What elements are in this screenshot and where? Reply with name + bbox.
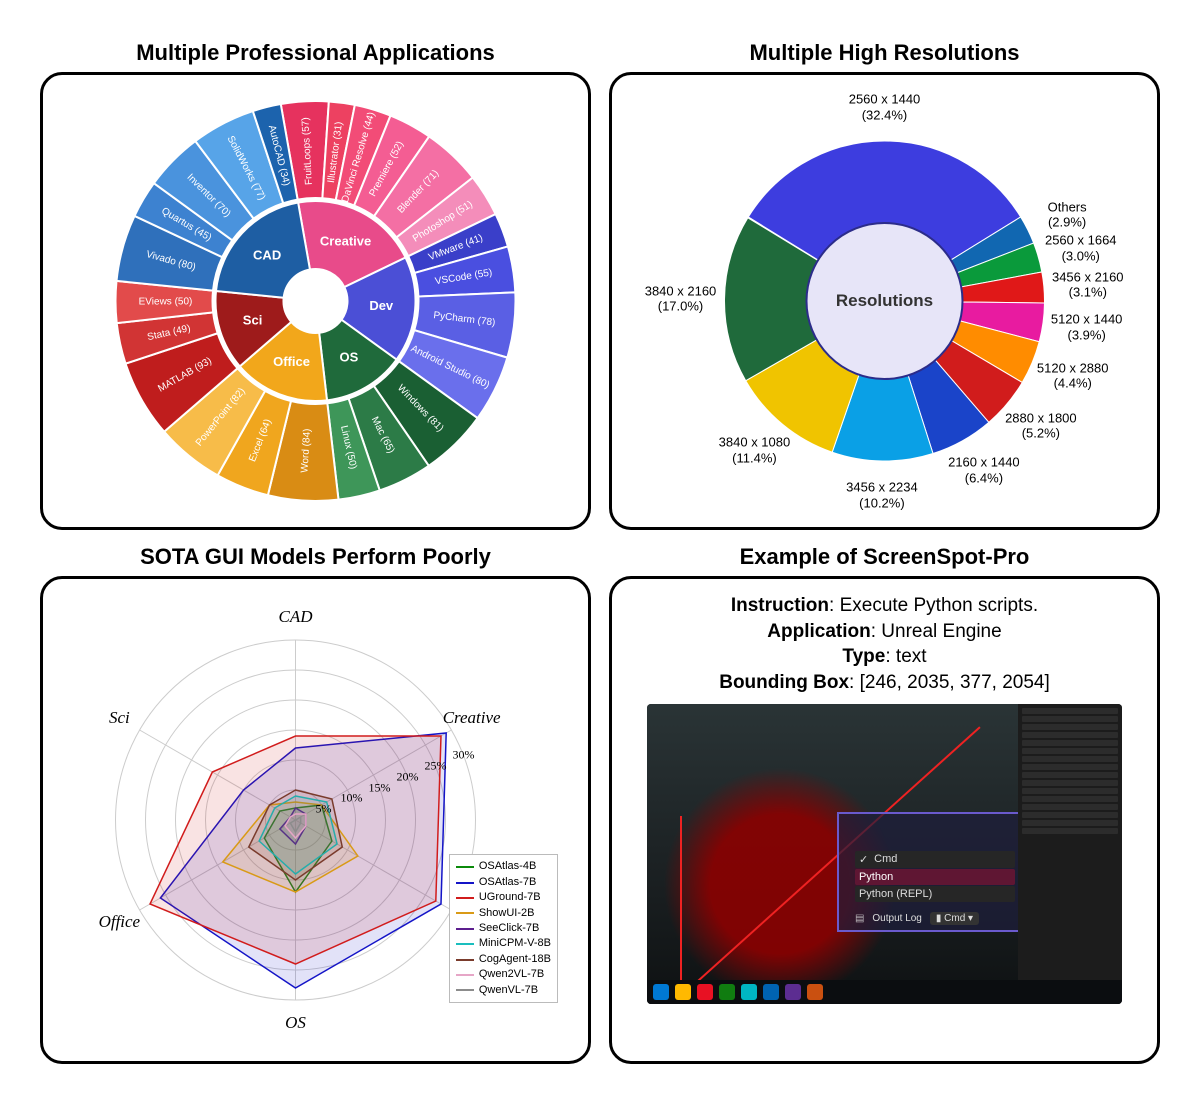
- example-type-label: Type: [842, 646, 885, 667]
- sunburst-category-label: Office: [273, 354, 310, 369]
- panel-radar: SOTA GUI Models Perform Poorly CAD Creati…: [40, 544, 591, 1064]
- sunburst-category-label: CAD: [253, 248, 281, 263]
- donut-slice-label: 3456 x 2160(3.1%): [1052, 269, 1124, 300]
- radar-axis-label: OS: [285, 1013, 306, 1033]
- radar-tick-label: 25%: [425, 759, 447, 774]
- radar-tick-label: 30%: [453, 748, 475, 763]
- radar-legend-item: SeeClick-7B: [456, 921, 551, 936]
- donut-slice-label: 3840 x 1080(11.4%): [719, 435, 791, 466]
- output-log-label: Output Log: [872, 913, 921, 924]
- radar-title: SOTA GUI Models Perform Poorly: [140, 544, 491, 570]
- radar-axis-label: CAD: [279, 607, 313, 627]
- example-application-value: Unreal Engine: [881, 621, 1001, 642]
- sunburst-svg: FruitLoops (57)Illustrator (31)DaVinci R…: [51, 83, 580, 519]
- panel-example: Example of ScreenSpot-Pro Instruction: E…: [609, 544, 1160, 1064]
- sunburst-category-label: Creative: [320, 234, 371, 249]
- radar-tick-label: 15%: [369, 780, 391, 795]
- radar-tick-label: 5%: [316, 802, 332, 817]
- example-bbox-label: Bounding Box: [719, 672, 849, 693]
- radar-legend-item: ShowUI-2B: [456, 906, 551, 921]
- example-bbox-value: [246, 2035, 377, 2054]: [860, 672, 1050, 693]
- donut-slice-label: 3840 x 2160(17.0%): [645, 283, 717, 314]
- bounding-box-overlay: ✓ Cmd Python Python (REPL) ▤ Output Log …: [837, 812, 1027, 932]
- radar-axis-label: Sci: [109, 708, 130, 728]
- radar-tick-label: 20%: [397, 769, 419, 784]
- right-inspector-panel: [1018, 704, 1123, 1004]
- radar-legend-item: QwenVL-7B: [456, 983, 551, 998]
- donut-slice-label: 2560 x 1664(3.0%): [1045, 232, 1117, 263]
- sunburst-chart: FruitLoops (57)Illustrator (31)DaVinci R…: [40, 72, 591, 530]
- sunburst-category-label: OS: [339, 349, 358, 364]
- example-title: Example of ScreenSpot-Pro: [740, 544, 1030, 570]
- donut-slice-label: 5120 x 1440(3.9%): [1051, 312, 1123, 343]
- donut-slice-label: 5120 x 2880(4.4%): [1037, 360, 1109, 391]
- radar-tick-label: 10%: [341, 791, 363, 806]
- example-meta: Instruction: Execute Python scripts. App…: [719, 593, 1050, 696]
- windows-taskbar: [647, 980, 1123, 1004]
- example-type-value: text: [896, 646, 927, 667]
- donut-slice-label: 2160 x 1440(6.4%): [948, 455, 1020, 486]
- panel-donut: Multiple High Resolutions Resolutions 25…: [609, 40, 1160, 530]
- radar-legend: OSAtlas-4BOSAtlas-7BUGround-7BShowUI-2BS…: [449, 854, 558, 1003]
- example-instruction-value: Execute Python scripts.: [840, 595, 1039, 616]
- sunburst-title: Multiple Professional Applications: [136, 40, 495, 66]
- context-menu-item-selected: Python: [855, 869, 1015, 885]
- sunburst-category-label: Sci: [243, 312, 263, 327]
- example-content: Instruction: Execute Python scripts. App…: [609, 576, 1160, 1064]
- radar-legend-item: OSAtlas-7B: [456, 875, 551, 890]
- donut-chart: Resolutions 2560 x 1440(32.4%) Others(2.9…: [609, 72, 1160, 530]
- context-menu-item: Python (REPL): [855, 886, 1015, 902]
- donut-title: Multiple High Resolutions: [749, 40, 1019, 66]
- panel-sunburst: Multiple Professional Applications Fruit…: [40, 40, 591, 530]
- radar-axis-label: Office: [99, 912, 141, 932]
- donut-slice-label: 2560 x 1440(32.4%): [849, 91, 921, 122]
- radar-legend-item: CogAgent-18B: [456, 952, 551, 967]
- context-menu-item: ✓ Cmd: [855, 851, 1015, 868]
- sunburst-leaf-label: EViews (50): [139, 296, 193, 307]
- donut-slice-label: Others(2.9%): [1048, 199, 1087, 230]
- donut-slice-label: 2880 x 1800(5.2%): [1005, 410, 1077, 441]
- donut-slice-label: 3456 x 2234(10.2%): [846, 479, 918, 510]
- radar-legend-item: OSAtlas-4B: [456, 859, 551, 874]
- radar-chart: CADCreativeDevOSOfficeSci5%10%15%20%25%3…: [40, 576, 591, 1064]
- example-instruction-label: Instruction: [731, 595, 829, 616]
- radar-legend-item: MiniCPM-V-8B: [456, 936, 551, 951]
- sunburst-category-label: Dev: [369, 298, 394, 313]
- example-application-label: Application: [767, 621, 870, 642]
- radar-axis-label: Creative: [443, 708, 501, 728]
- example-screenshot: ✓ Cmd Python Python (REPL) ▤ Output Log …: [647, 704, 1123, 1004]
- radar-legend-item: Qwen2VL-7B: [456, 967, 551, 982]
- radar-legend-item: UGround-7B: [456, 890, 551, 905]
- donut-center-label: Resolutions: [836, 291, 933, 311]
